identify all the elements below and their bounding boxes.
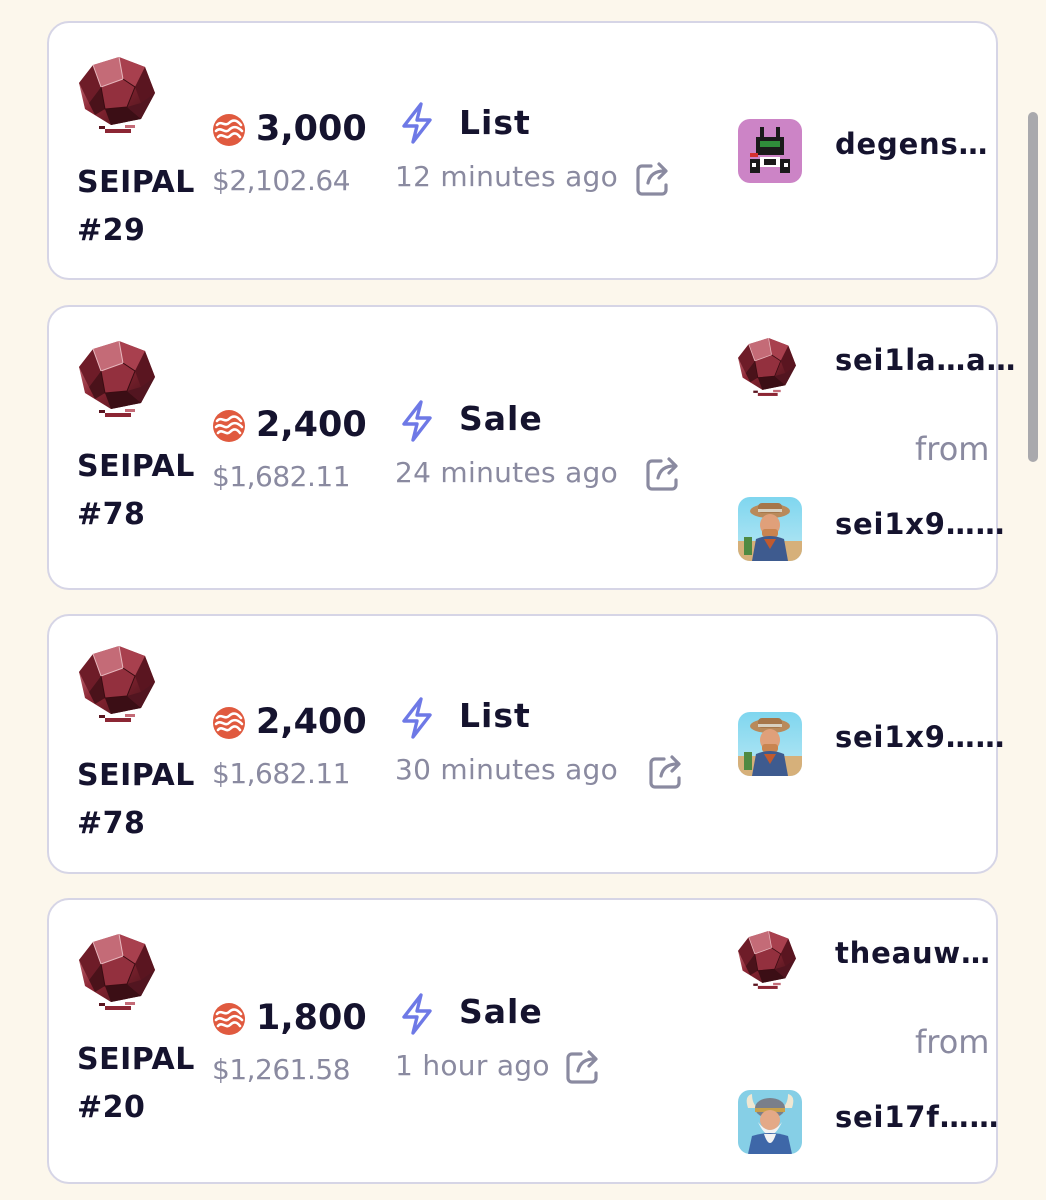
username-link[interactable]: degens… — [835, 127, 988, 161]
sei-logo-icon — [212, 113, 246, 147]
buyer-username-link[interactable]: theauw… — [835, 936, 991, 970]
external-share-icon[interactable] — [643, 454, 683, 494]
external-share-icon[interactable] — [633, 159, 673, 199]
price-value: 1,800 — [256, 998, 367, 1038]
price-value: 2,400 — [256, 702, 367, 742]
usd-value: $1,682.11 — [212, 460, 351, 493]
buyer-avatar-gem[interactable] — [735, 335, 799, 399]
nft-collection: SEIPAL — [77, 165, 195, 200]
activity-feed: SEIPAL #29 3,000 $2,102.64 List 12 minut… — [0, 0, 1046, 1200]
price-value: 3,000 — [256, 109, 367, 149]
event-type: Sale — [459, 399, 543, 438]
from-label: from — [915, 1023, 990, 1061]
lightning-bolt-icon — [398, 992, 436, 1036]
activity-card[interactable]: SEIPAL #20 1,800 $1,261.58 Sale 1 hour a… — [47, 898, 998, 1184]
buyer-username-link[interactable]: sei1la…a… — [835, 343, 1016, 377]
nft-name[interactable]: SEIPAL #78 — [77, 752, 207, 848]
nft-number: #29 — [77, 213, 146, 248]
username-link[interactable]: sei1x9…… — [835, 720, 1005, 754]
usd-value: $1,261.58 — [212, 1053, 351, 1086]
seller-username-link[interactable]: sei1x9…… — [835, 507, 1005, 541]
activity-card[interactable]: SEIPAL #29 3,000 $2,102.64 List 12 minut… — [47, 21, 998, 280]
activity-card[interactable]: SEIPAL #78 2,400 $1,682.11 List 30 minut… — [47, 614, 1005, 874]
nft-thumbnail-gem[interactable] — [75, 930, 159, 1014]
activity-card[interactable]: SEIPAL #78 2,400 $1,682.11 Sale 24 minut… — [47, 305, 1016, 590]
nft-collection: SEIPAL — [77, 758, 195, 793]
user-avatar[interactable] — [738, 712, 802, 776]
external-share-icon[interactable] — [563, 1047, 603, 1087]
sei-logo-icon — [212, 706, 246, 740]
lightning-bolt-icon — [398, 696, 436, 740]
event-type: List — [459, 103, 531, 142]
time-ago: 30 minutes ago — [395, 753, 619, 786]
nft-number: #78 — [77, 497, 146, 532]
external-share-icon[interactable] — [646, 752, 686, 792]
seller-avatar[interactable] — [738, 497, 802, 561]
nft-collection: SEIPAL — [77, 449, 195, 484]
seller-avatar[interactable] — [738, 1090, 802, 1154]
time-ago: 24 minutes ago — [395, 456, 619, 489]
event-type: List — [459, 696, 531, 735]
sei-logo-icon — [212, 409, 246, 443]
nft-name[interactable]: SEIPAL #29 — [77, 159, 207, 255]
usd-value: $1,682.11 — [212, 757, 351, 790]
nft-name[interactable]: SEIPAL #20 — [77, 1036, 207, 1132]
nft-thumbnail-gem[interactable] — [75, 53, 159, 137]
buyer-avatar-gem[interactable] — [735, 928, 799, 992]
nft-collection: SEIPAL — [77, 1042, 195, 1077]
nft-thumbnail-gem[interactable] — [75, 337, 159, 421]
lightning-bolt-icon — [398, 101, 436, 145]
sei-logo-icon — [212, 1002, 246, 1036]
from-label: from — [915, 430, 990, 468]
nft-thumbnail-gem[interactable] — [75, 642, 159, 726]
time-ago: 12 minutes ago — [395, 160, 619, 193]
seller-username-link[interactable]: sei17f…… — [835, 1100, 999, 1134]
nft-number: #78 — [77, 806, 146, 841]
nft-name[interactable]: SEIPAL #78 — [77, 443, 207, 539]
nft-number: #20 — [77, 1090, 146, 1125]
scrollbar[interactable] — [1028, 112, 1038, 462]
price-value: 2,400 — [256, 405, 367, 445]
event-type: Sale — [459, 992, 543, 1031]
usd-value: $2,102.64 — [212, 164, 351, 197]
user-avatar[interactable] — [738, 119, 802, 183]
lightning-bolt-icon — [398, 399, 436, 443]
time-ago: 1 hour ago — [395, 1049, 550, 1082]
